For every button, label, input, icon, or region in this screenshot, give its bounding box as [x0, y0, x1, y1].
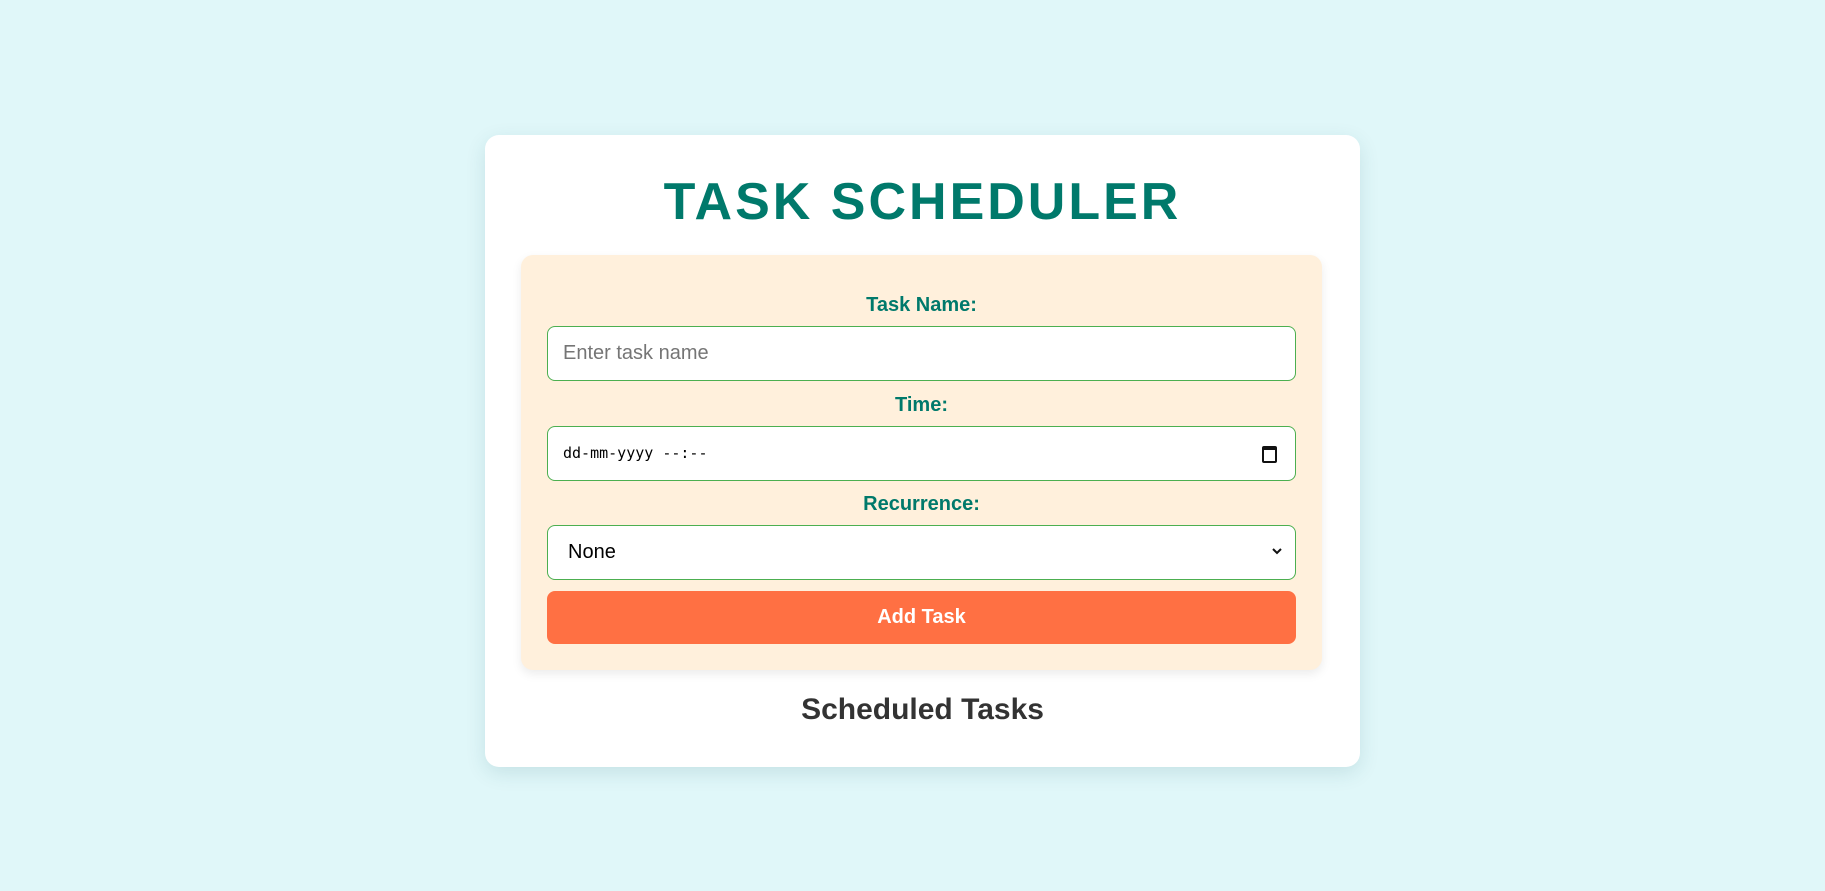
chevron-down-icon [1272, 548, 1282, 555]
recurrence-select[interactable]: None [547, 525, 1296, 580]
task-name-input[interactable]: Enter task name [547, 326, 1296, 381]
calendar-icon[interactable] [1262, 446, 1277, 463]
task-name-label: Task Name: [866, 294, 977, 316]
time-placeholder: dd-mm-yyyy --:-- [563, 444, 708, 462]
task-form: Task Name: Enter task name Time: dd-mm-y… [521, 255, 1322, 670]
time-label: Time: [895, 394, 948, 416]
time-input[interactable]: dd-mm-yyyy --:-- [547, 426, 1296, 481]
add-task-button[interactable]: Add Task [547, 591, 1296, 644]
scheduler-card: TASK SCHEDULER Task Name: Enter task nam… [485, 135, 1360, 767]
task-name-placeholder: Enter task name [563, 342, 709, 364]
recurrence-selected-value: None [568, 541, 616, 563]
scheduled-tasks-heading: Scheduled Tasks [801, 693, 1044, 726]
recurrence-label: Recurrence: [863, 493, 980, 515]
page-title: TASK SCHEDULER [663, 173, 1182, 231]
